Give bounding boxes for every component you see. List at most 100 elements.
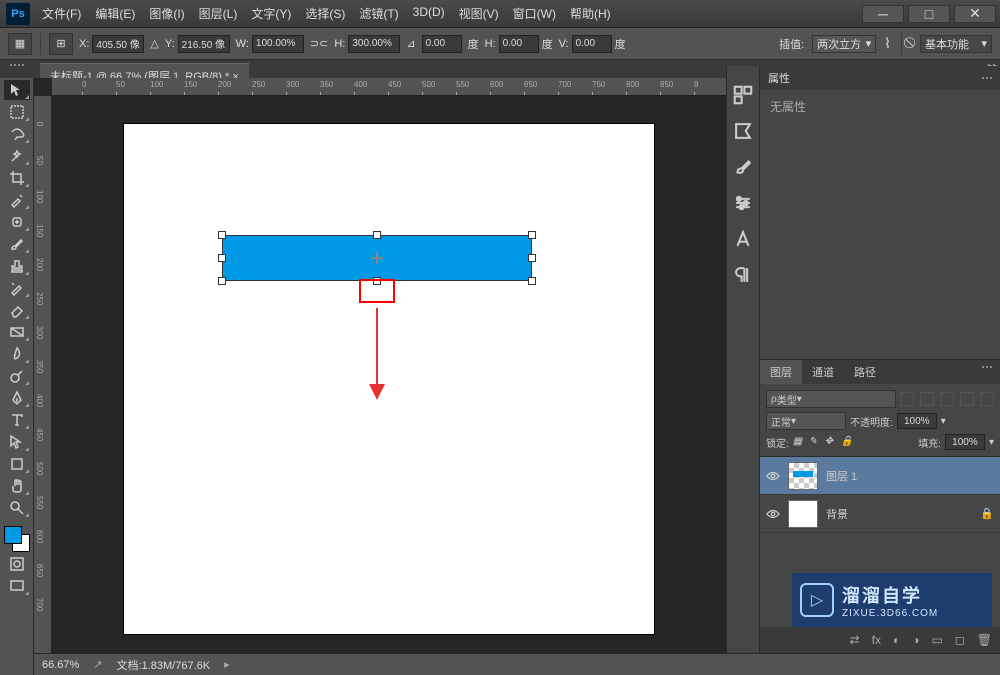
lock-pos-icon[interactable]: ✥: [825, 436, 837, 448]
group-icon[interactable]: ▭: [931, 633, 942, 647]
h-input[interactable]: [348, 35, 400, 53]
gradient-tool[interactable]: [4, 322, 30, 342]
reference-point-icon[interactable]: ⊞: [49, 33, 73, 55]
opacity-input[interactable]: [897, 413, 937, 429]
path-tool[interactable]: [4, 432, 30, 452]
close-button[interactable]: ✕: [954, 5, 996, 23]
zoom-level[interactable]: 66.67%: [42, 659, 79, 671]
heal-tool[interactable]: [4, 212, 30, 232]
lock-pixel-icon[interactable]: ✎: [809, 436, 821, 448]
layer-name[interactable]: 背景: [826, 506, 848, 522]
x-input[interactable]: [92, 35, 144, 53]
pen-tool[interactable]: [4, 388, 30, 408]
character-panel-icon[interactable]: [732, 228, 754, 250]
handle-top-right[interactable]: [528, 231, 536, 239]
filter-icons[interactable]: [900, 392, 994, 406]
menu-image[interactable]: 图像(I): [149, 5, 184, 22]
color-swatch[interactable]: [4, 526, 30, 552]
dodge-tool[interactable]: [4, 366, 30, 386]
visibility-icon[interactable]: [766, 469, 780, 483]
fill-input[interactable]: [945, 434, 985, 450]
menu-edit[interactable]: 编辑(E): [95, 5, 135, 22]
history-brush-tool[interactable]: [4, 278, 30, 298]
layer-row[interactable]: 背景 🔒: [760, 495, 1000, 533]
menu-help[interactable]: 帮助(H): [570, 5, 611, 22]
move-tool[interactable]: [4, 80, 30, 100]
quickmask-icon[interactable]: [4, 554, 30, 574]
foreground-color[interactable]: [4, 526, 22, 544]
blend-mode-dropdown[interactable]: 正常 ▾: [766, 412, 846, 430]
marquee-tool[interactable]: [4, 102, 30, 122]
lock-all-icon[interactable]: 🔒: [841, 436, 853, 448]
handle-mid-right[interactable]: [528, 254, 536, 262]
delta-icon[interactable]: △: [150, 37, 158, 50]
zoom-tool[interactable]: [4, 498, 30, 518]
hand-tool[interactable]: [4, 476, 30, 496]
hskew-input[interactable]: [499, 35, 539, 53]
interp-dropdown[interactable]: 两次立方▾: [812, 35, 876, 53]
panel-menu-icon[interactable]: [982, 77, 992, 79]
new-layer-icon[interactable]: ◻: [955, 633, 965, 647]
transform-selection[interactable]: [222, 235, 532, 281]
vskew-input[interactable]: [572, 35, 612, 53]
handle-bot-right[interactable]: [528, 277, 536, 285]
transform-center[interactable]: [371, 252, 383, 264]
shape-tool[interactable]: [4, 454, 30, 474]
menu-layer[interactable]: 图层(L): [199, 5, 238, 22]
warp-icon[interactable]: ⌇: [884, 35, 891, 52]
adjustment-icon[interactable]: ◑: [912, 633, 919, 647]
menu-view[interactable]: 视图(V): [459, 5, 499, 22]
wand-tool[interactable]: [4, 146, 30, 166]
menu-filter[interactable]: 滤镜(T): [359, 5, 398, 22]
layer-name[interactable]: 图层 1: [826, 468, 857, 484]
toolbox-grip[interactable]: [0, 60, 34, 70]
paragraph-panel-icon[interactable]: [732, 264, 754, 286]
history-panel-icon[interactable]: [732, 84, 754, 106]
layers-tab[interactable]: 图层: [760, 360, 802, 384]
w-input[interactable]: [252, 35, 304, 53]
mask-icon[interactable]: ◐: [893, 633, 900, 647]
menu-3d[interactable]: 3D(D): [413, 5, 445, 22]
handle-bot-left[interactable]: [218, 277, 226, 285]
transform-tool-icon[interactable]: ▦: [8, 33, 32, 55]
handle-top-left[interactable]: [218, 231, 226, 239]
eraser-tool[interactable]: [4, 300, 30, 320]
y-input[interactable]: [178, 35, 230, 53]
ruler-vertical[interactable]: 0501001502002503003504004505005506006507…: [34, 96, 52, 653]
handle-mid-left[interactable]: [218, 254, 226, 262]
blur-tool[interactable]: [4, 344, 30, 364]
workspace-dropdown[interactable]: 基本功能▾: [920, 35, 992, 53]
lasso-tool[interactable]: [4, 124, 30, 144]
lock-trans-icon[interactable]: ▦: [793, 436, 805, 448]
handle-top-mid[interactable]: [373, 231, 381, 239]
zoom-popup-icon[interactable]: ↗: [93, 658, 102, 671]
lock-icons[interactable]: ▦ ✎ ✥ 🔒: [793, 436, 853, 448]
canvas[interactable]: [124, 124, 654, 634]
layer-thumb[interactable]: [788, 500, 818, 528]
ruler-horizontal[interactable]: 0501001502002503003504004505005506006507…: [52, 78, 726, 96]
menu-type[interactable]: 文字(Y): [251, 5, 291, 22]
delete-icon[interactable]: 🗑: [977, 633, 992, 647]
eyedropper-tool[interactable]: [4, 190, 30, 210]
menu-file[interactable]: 文件(F): [42, 5, 81, 22]
filter-kind-dropdown[interactable]: ρ 类型 ▾: [766, 390, 896, 408]
layer-thumb[interactable]: [788, 462, 818, 490]
brush-tool[interactable]: [4, 234, 30, 254]
screenmode-icon[interactable]: [4, 576, 30, 596]
paths-tab[interactable]: 路径: [844, 360, 886, 384]
adjust-panel-icon[interactable]: [732, 192, 754, 214]
fx-icon[interactable]: fx: [872, 633, 881, 647]
rotation-input[interactable]: [422, 35, 462, 53]
minimize-button[interactable]: ─: [862, 5, 904, 23]
link-icon[interactable]: ⊃⊂: [310, 37, 328, 50]
layer-row[interactable]: 图层 1: [760, 457, 1000, 495]
menu-window[interactable]: 窗口(W): [513, 5, 556, 22]
brush-panel-icon[interactable]: [732, 156, 754, 178]
menu-select[interactable]: 选择(S): [305, 5, 345, 22]
layers-menu-icon[interactable]: [982, 366, 992, 384]
visibility-icon[interactable]: [766, 507, 780, 521]
channels-tab[interactable]: 通道: [802, 360, 844, 384]
type-tool[interactable]: [4, 410, 30, 430]
swatches-panel-icon[interactable]: [732, 120, 754, 142]
link-layers-icon[interactable]: ⇄: [850, 633, 860, 647]
